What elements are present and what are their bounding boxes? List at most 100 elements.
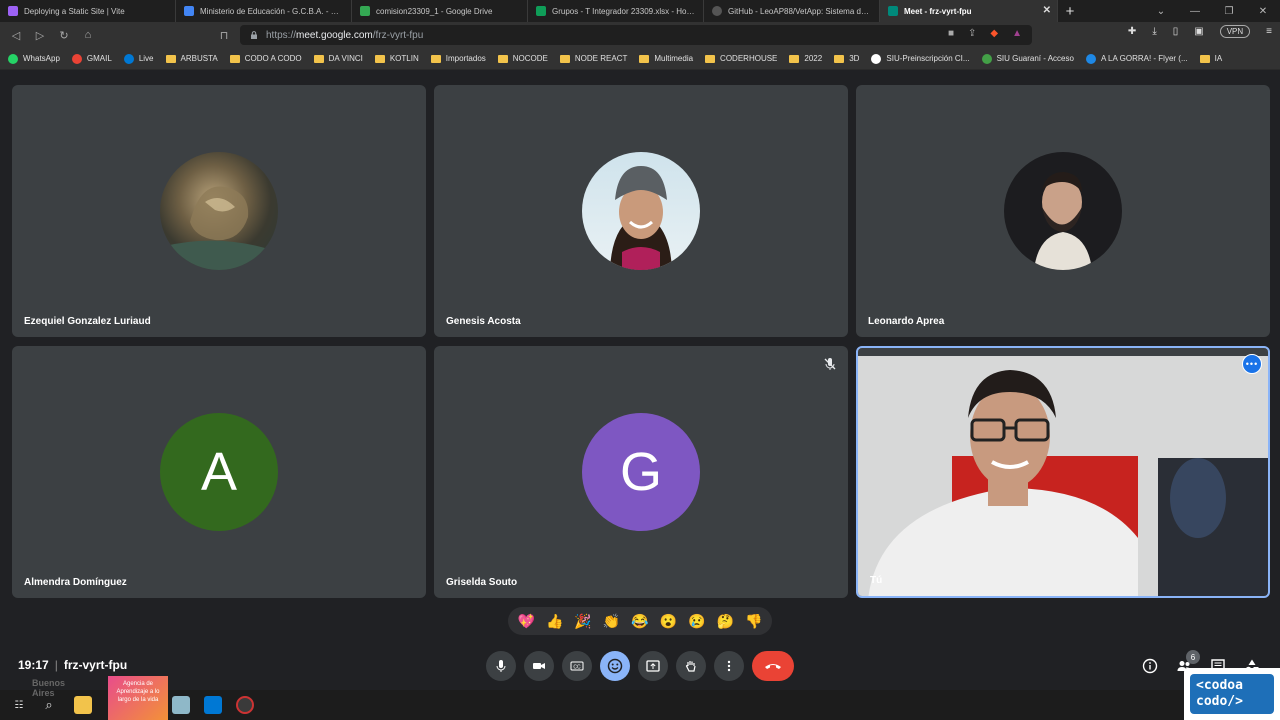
reload-icon[interactable]: ↻ (52, 23, 76, 47)
windows-start-icon[interactable]: ☷ (10, 696, 28, 714)
separator: | (54, 658, 58, 672)
bookmark-item[interactable]: 2022 (789, 54, 822, 63)
bookmark-item[interactable]: Multimedia (639, 54, 693, 63)
drive-icon (360, 6, 370, 16)
bookmark-item[interactable]: KOTLIN (374, 54, 419, 63)
app-icon[interactable] (172, 696, 190, 714)
thumbs-up-emoji[interactable]: 👍 (546, 613, 563, 630)
forward-icon[interactable]: ▷ (28, 23, 52, 47)
tab-sheets[interactable]: Grupos - T Integrador 23309.xlsx - Hojas (528, 0, 704, 22)
file-explorer-icon[interactable] (74, 696, 92, 714)
leave-call-button[interactable] (752, 651, 794, 681)
participant-tile[interactable]: Leonardo Aprea (856, 85, 1270, 337)
participant-tile[interactable]: Ezequiel Gonzalez Luriaud (12, 85, 426, 337)
self-video-tile[interactable]: ••• Tú (856, 346, 1270, 598)
bookmark-label: Live (138, 54, 154, 63)
folder-icon (430, 54, 441, 63)
tab-drive[interactable]: comision23309_1 - Google Drive (352, 0, 528, 22)
search-icon[interactable]: ⌕ (40, 696, 58, 714)
captions-button[interactable]: CC (562, 651, 592, 681)
clapping-emoji[interactable]: 👏 (603, 613, 620, 630)
tab-meet[interactable]: Meet - frz-vyrt-fpu ✕ (880, 0, 1058, 22)
participant-tile[interactable]: G Griselda Souto (434, 346, 848, 598)
bookmark-item[interactable]: Live (123, 53, 154, 64)
present-button[interactable] (638, 651, 668, 681)
logo-box: <codoa codo/> (1190, 674, 1274, 714)
weather-widget[interactable]: Buenos Aires (32, 678, 65, 698)
surprised-emoji[interactable]: 😮 (660, 613, 677, 630)
lock-icon (251, 31, 257, 39)
minimize-icon[interactable]: — (1178, 0, 1212, 22)
tab-favicon (8, 6, 18, 16)
downloads-icon[interactable]: ⤓ (1152, 26, 1156, 37)
home-icon[interactable]: ⌂ (76, 23, 100, 47)
bookmark-item[interactable]: SIU Guaraní - Acceso (981, 53, 1074, 64)
more-options-button[interactable] (714, 651, 744, 681)
bookmark-label: NODE REACT (574, 54, 628, 63)
whatsapp-icon (8, 53, 18, 64)
folder-icon (789, 54, 800, 63)
info-icon (1142, 658, 1158, 674)
vpn-button[interactable]: VPN (1219, 25, 1251, 38)
address-bar[interactable]: https://meet.google.com/frz-vyrt-fpu ■ ⇪… (240, 25, 1032, 45)
bookmark-item[interactable]: NOCODE (497, 54, 548, 63)
address-bar-actions: ■ ⇪ ◆ ▲ (948, 28, 1022, 39)
party-popper-emoji[interactable]: 🎉 (574, 613, 591, 630)
url-scheme: https:// (266, 29, 297, 41)
crying-emoji[interactable]: 😢 (688, 613, 705, 630)
tile-options-button[interactable]: ••• (1242, 354, 1262, 374)
tab-search-icon[interactable]: ⌄ (1144, 0, 1178, 22)
tab-vite[interactable]: Deploying a Static Site | Vite (0, 0, 176, 22)
tab-label: Deploying a Static Site | Vite (24, 6, 125, 16)
bookmark-label: KOTLIN (389, 54, 419, 63)
bookmark-item[interactable]: CODERHOUSE (705, 54, 777, 63)
raise-hand-button[interactable] (676, 651, 706, 681)
logo-line: codo/> (1196, 694, 1243, 709)
participant-avatar (582, 152, 700, 270)
bookmark-item[interactable]: ARBUSTA (165, 54, 218, 63)
close-tab-icon[interactable]: ✕ (1043, 5, 1051, 16)
tab-ministerio[interactable]: Ministerio de Educación - G.C.B.A. - Cal… (176, 0, 352, 22)
sparkling-heart-emoji[interactable]: 💖 (518, 613, 535, 630)
brave-browser-icon[interactable] (236, 696, 254, 714)
extensions-icon[interactable]: ✚ (1128, 26, 1136, 37)
bookmark-item[interactable]: GMAIL (71, 53, 112, 64)
new-tab-button[interactable]: + (1058, 0, 1082, 22)
bookmark-item[interactable]: WhatsApp (8, 53, 60, 64)
participant-tile[interactable]: Genesis Acosta (434, 85, 848, 337)
participant-tile[interactable]: A Almendra Domínguez (12, 346, 426, 598)
bookmark-label: GMAIL (86, 54, 112, 63)
bookmark-item[interactable]: IA (1199, 54, 1222, 63)
meet-icon (888, 6, 898, 16)
wallet-icon[interactable]: ▣ (1194, 26, 1203, 37)
close-window-icon[interactable]: ✕ (1246, 0, 1280, 22)
thumbs-down-emoji[interactable]: 👎 (745, 613, 762, 630)
folder-icon (229, 54, 240, 63)
back-icon[interactable]: ◁ (4, 23, 28, 47)
bookmark-item[interactable]: NODE REACT (559, 54, 628, 63)
bookmark-item[interactable]: Importados (430, 54, 486, 63)
bookmark-item[interactable]: CODO A CODO (229, 54, 302, 63)
bookmark-item[interactable]: DA VINCI (313, 54, 363, 63)
reactions-button[interactable] (600, 651, 630, 681)
tab-github[interactable]: GitHub - LeoAP88/VetApp: Sistema de co (704, 0, 880, 22)
laughing-emoji[interactable]: 😂 (631, 613, 648, 630)
thinking-emoji[interactable]: 🤔 (717, 613, 734, 630)
maximize-icon[interactable]: ❐ (1212, 0, 1246, 22)
bookmark-icon[interactable]: ⊓ (212, 23, 236, 47)
meeting-details-button[interactable] (1140, 656, 1160, 676)
meeting-code: frz-vyrt-fpu (63, 658, 128, 672)
brave-rewards-icon[interactable]: ▲ (1012, 28, 1022, 39)
camera-button[interactable] (524, 651, 554, 681)
vscode-icon[interactable] (204, 696, 222, 714)
brave-shields-icon[interactable]: ◆ (990, 28, 998, 39)
camera-permission-icon[interactable]: ■ (948, 28, 954, 39)
bookmark-item[interactable]: A LA GORRA! - Flyer (... (1085, 53, 1188, 64)
menu-icon[interactable]: ≡ (1266, 26, 1272, 37)
bookmark-item[interactable]: SIU-Preinscripción CI... (871, 53, 970, 64)
microphone-button[interactable] (486, 651, 516, 681)
folder-icon (313, 54, 324, 63)
sidebar-icon[interactable]: ▯ (1173, 26, 1179, 37)
share-icon[interactable]: ⇪ (968, 28, 976, 39)
bookmark-item[interactable]: 3D (834, 54, 859, 63)
